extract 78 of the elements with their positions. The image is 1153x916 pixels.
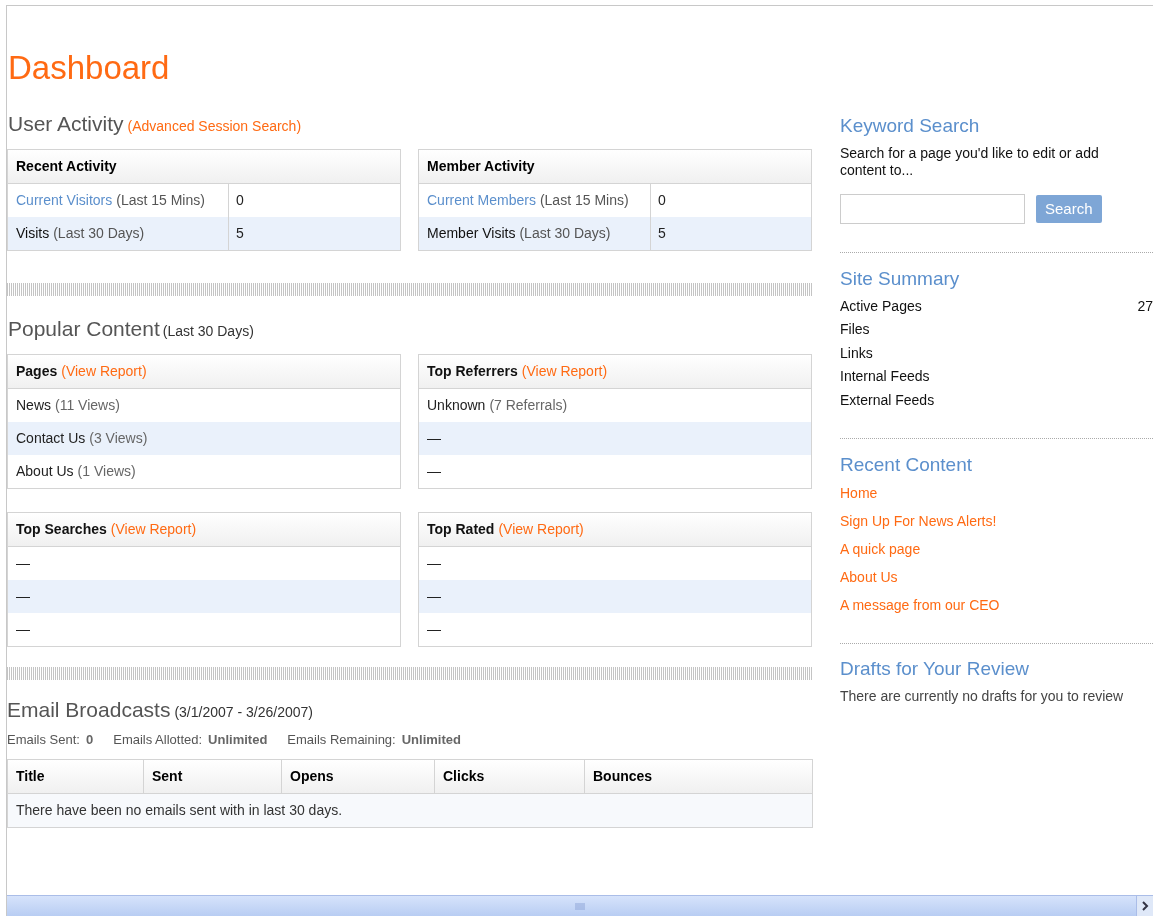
view-report-link[interactable]: (View Report) [521, 361, 608, 382]
time-range-note: (Last 15 Mins) [116, 190, 205, 210]
content-link[interactable]: Home [840, 479, 878, 508]
row-label: Member Visits [427, 223, 516, 243]
view-report-link[interactable]: (View Report) [61, 361, 147, 382]
row-label: — [16, 554, 30, 573]
time-range-note: (Last 30 Days) [53, 223, 145, 243]
link[interactable]: Current Members [427, 189, 536, 211]
stat-value: 0 [86, 730, 94, 749]
stat-label: Emails Remaining: [287, 730, 396, 749]
column-header: Title [8, 760, 144, 793]
section-heading: Drafts for Your Review [840, 656, 1031, 681]
view-report-link[interactable]: (View Report) [498, 519, 584, 540]
advanced-search-link[interactable]: (Advanced Session Search) [127, 116, 302, 137]
search-button[interactable]: Search [1036, 194, 1102, 223]
section-heading: Email Broadcasts [7, 697, 171, 723]
summary-label: Internal Feeds [840, 367, 930, 387]
view-report-link[interactable]: (View Report) [110, 519, 197, 540]
search-field[interactable] [840, 193, 1025, 224]
count-note: (1 Views) [77, 462, 136, 481]
horizontal-scrollbar[interactable] [7, 895, 1153, 916]
column-header: Bounces [592, 767, 654, 786]
content-link[interactable]: A quick page [840, 535, 921, 564]
summary-value: 27 [1137, 296, 1153, 316]
instruction-text: Search for a page you'd like to edit or add content to... [840, 144, 1100, 179]
time-range-note: (Last 30 Days) [162, 321, 254, 341]
content-link[interactable]: A message from our CEO [840, 591, 1000, 620]
stat-value: 0 [658, 190, 666, 210]
count-note: (11 Views) [55, 396, 120, 415]
chevron-right-icon [1141, 901, 1149, 911]
row-label: — [427, 462, 441, 481]
column-header: Opens [282, 760, 435, 793]
section-heading: Site Summary [840, 266, 961, 291]
row-label: — [427, 429, 441, 448]
row-label: News [16, 396, 51, 415]
row-label: — [16, 620, 30, 639]
stat-label: Emails Allotted: [113, 730, 203, 749]
summary-label: Files [840, 320, 870, 340]
row-label: Unknown [427, 396, 486, 415]
stat-value: 0 [236, 190, 244, 210]
summary-label: Links [840, 343, 873, 363]
column-header: Clicks [435, 760, 585, 793]
content-link[interactable]: Sign Up For News Alerts! [840, 507, 997, 536]
row-label: Visits [16, 223, 50, 243]
section-heading: Recent Content [840, 453, 974, 477]
summary-label: External Feeds [840, 390, 935, 410]
row-label: — [427, 554, 441, 573]
empty-message: There have been no emails sent with in last 30 days. [16, 801, 343, 820]
stat-value: 5 [236, 223, 244, 243]
table-header: Top Rated [427, 520, 495, 539]
page-title: Dashboard [8, 51, 170, 84]
section-heading: Popular Content [8, 315, 160, 342]
info-text: There are currently no drafts for you to review [840, 686, 1125, 706]
time-range-note: (Last 15 Mins) [539, 190, 629, 210]
summary-label: Active Pages [840, 296, 922, 316]
count-note: (3 Views) [89, 429, 148, 448]
time-range-note: (Last 30 Days) [519, 223, 611, 243]
scroll-right-button[interactable] [1136, 896, 1153, 916]
table-header: Top Searches [16, 520, 107, 539]
row-label: — [427, 620, 441, 639]
table-header: Top Referrers [427, 362, 518, 381]
section-heading: User Activity [8, 111, 124, 137]
count-note: (7 Referrals) [489, 396, 568, 415]
row-label: — [16, 587, 30, 606]
table-header: Pages [16, 362, 58, 381]
section-heading: Keyword Search [840, 114, 981, 138]
row-label: Contact Us [16, 429, 86, 448]
stat-value: Unlimited [208, 730, 268, 749]
link[interactable]: Current Visitors [16, 189, 113, 211]
scrollbar-grip-icon [575, 902, 585, 910]
date-range: (3/1/2007 - 3/26/2007) [174, 703, 313, 722]
row-label: — [427, 587, 441, 606]
stat-value: Unlimited [401, 730, 461, 749]
column-header: Sent [144, 760, 282, 793]
row-label: About Us [16, 462, 74, 481]
stat-value: 5 [658, 223, 666, 243]
content-link[interactable]: About Us [840, 563, 898, 592]
stat-label: Emails Sent: [7, 730, 80, 749]
